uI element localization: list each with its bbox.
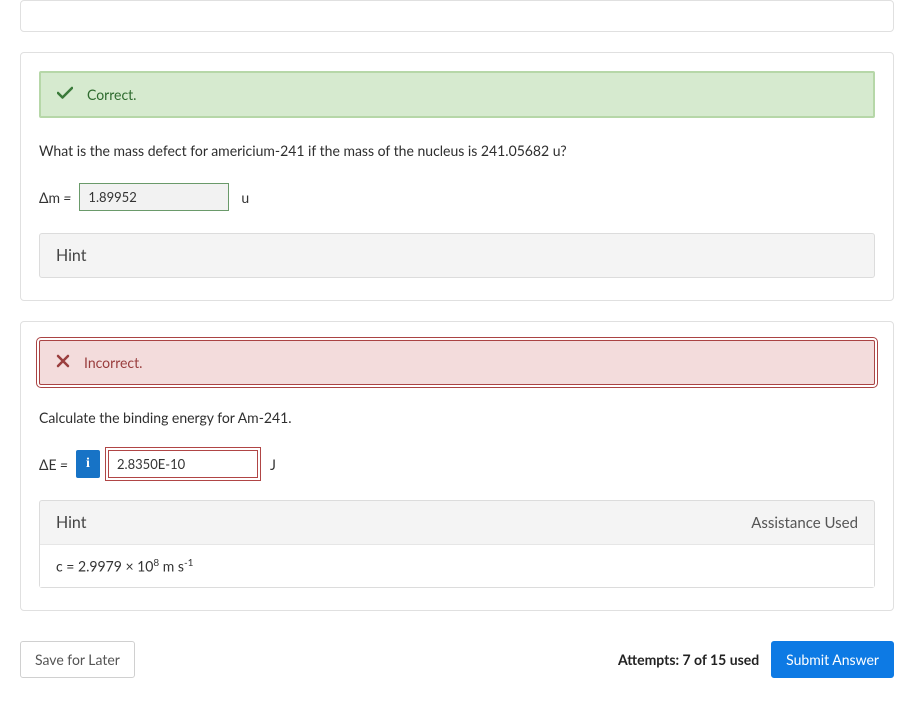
save-for-later-button[interactable]: Save for Later (20, 641, 135, 678)
hint-toggle-2[interactable]: Hint Assistance Used (40, 501, 874, 544)
info-icon[interactable]: i (76, 450, 100, 478)
answer-row-2: ΔE = i J (39, 450, 875, 478)
hint-label-2: Hint (56, 513, 87, 532)
status-label: Correct. (87, 86, 136, 103)
hint-box-2: Hint Assistance Used c = 2.9979 × 108 m … (39, 500, 875, 588)
answer-prefix-1: Δm = (39, 189, 71, 206)
mass-defect-input[interactable] (79, 183, 229, 211)
status-label-2: Incorrect. (84, 354, 142, 371)
check-icon (57, 85, 73, 104)
question-text-1: What is the mass defect for americium-24… (39, 140, 875, 161)
attempts-label: Attempts: 7 of 15 used (618, 651, 759, 668)
submit-answer-button[interactable]: Submit Answer (771, 641, 894, 678)
status-correct: Correct. (39, 71, 875, 118)
unit-1: u (241, 189, 249, 206)
footer: Save for Later Attempts: 7 of 15 used Su… (20, 641, 894, 678)
footer-right: Attempts: 7 of 15 used Submit Answer (618, 641, 894, 678)
question-card-2: Incorrect. Calculate the binding energy … (20, 321, 894, 611)
hint-label-1: Hint (56, 246, 87, 265)
assistance-used-label: Assistance Used (751, 514, 858, 532)
status-incorrect: Incorrect. (39, 340, 875, 385)
binding-energy-input[interactable] (108, 450, 258, 478)
empty-card (20, 0, 894, 32)
answer-prefix-2: ΔE = (39, 456, 68, 473)
unit-2: J (270, 456, 276, 473)
answer-row-1: Δm = u (39, 183, 875, 211)
question-card-1: Correct. What is the mass defect for ame… (20, 52, 894, 301)
hint-body: c = 2.9979 × 108 m s-1 (40, 544, 874, 587)
cross-icon (56, 353, 70, 372)
hint-box-1: Hint (39, 233, 875, 278)
hint-toggle-1[interactable]: Hint (40, 234, 874, 277)
question-text-2: Calculate the binding energy for Am-241. (39, 407, 875, 428)
